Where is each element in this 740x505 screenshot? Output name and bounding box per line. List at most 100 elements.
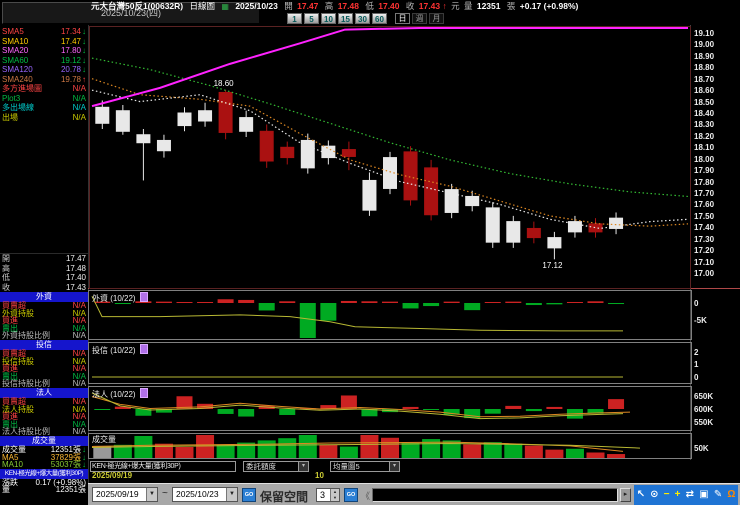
institutional-pane-chart[interactable] <box>88 386 692 431</box>
bottom-control-bar: 2025/09/19 ▼ ~ 2025/10/23 ▼ GO 保留空間 3 ▲ ▼… <box>88 483 740 505</box>
angle-mark: 《 <box>361 491 371 501</box>
trend-arrow-icon: ↓ <box>82 27 86 36</box>
quote-title-bar: 元大台灣50反1(00632R) 日線圖 ▦ 2025/10/23 開 17.4… <box>91 1 582 12</box>
main-candlestick-chart[interactable] <box>88 25 692 290</box>
reserve-space-stepper[interactable]: 3 ▲ ▼ <box>316 488 340 502</box>
timeframe-10min-button[interactable]: 10 <box>321 13 336 24</box>
period-月-button[interactable]: 月 <box>429 13 444 24</box>
volume-pane-chart[interactable] <box>88 433 692 459</box>
scroll-right-button[interactable]: ▸ <box>620 488 631 502</box>
legend-icon[interactable] <box>139 292 148 302</box>
chevron-down-icon[interactable]: ▾ <box>298 462 308 471</box>
sidebar-row: 開 17.47 <box>0 254 88 264</box>
row-value: 17.47↓ <box>60 36 86 46</box>
sidebar-row: 出場 N/A <box>0 113 88 123</box>
chevron-down-icon[interactable]: ▼ <box>146 488 157 501</box>
trust-pane-title: 投信 (10/22) <box>92 344 148 355</box>
sidebar-row: 量 12351張 <box>0 486 88 494</box>
trend-arrow-icon: ↓ <box>82 46 86 55</box>
sidebar-row: 外資持股比例 N/A <box>0 332 88 340</box>
edit-icon[interactable]: ✎ <box>714 485 722 505</box>
chevron-down-icon[interactable]: ▼ <box>226 488 237 501</box>
row-label: SMA120 <box>2 65 33 74</box>
low-label: 低 <box>365 1 374 11</box>
high-label: 高 <box>324 1 334 11</box>
price-axis-label: 17.10 <box>694 257 715 267</box>
timeframe-30min-button[interactable]: 30 <box>355 13 370 24</box>
stepper-arrows-icon[interactable]: ▲ ▼ <box>330 489 339 501</box>
pointer-icon[interactable]: ↖ <box>637 485 645 505</box>
period-週-button[interactable]: 週 <box>412 13 427 24</box>
price-axis-label: 17.60 <box>694 200 715 210</box>
row-value: 20.78↓ <box>60 65 86 74</box>
x-axis-start-date: 2025/09/19 <box>92 471 133 480</box>
price-axis-label: 18.20 <box>694 131 715 141</box>
sidebar-row: 多方進場圖 N/A <box>0 84 88 94</box>
sidebar-row: Plot3 N/A <box>0 94 88 104</box>
sidebar-row: SMA120 20.78↓ <box>0 65 88 75</box>
ohlc-list: 開 17.47 高 17.48 低 17.40 收 17.43 <box>0 253 88 292</box>
institutional-axis-label: 550K <box>694 418 714 427</box>
row-label: SMA10 <box>2 36 29 46</box>
volume-label: 量 <box>463 1 473 11</box>
price-axis-label: 18.60 <box>694 86 715 96</box>
row-label: 開 <box>2 254 10 263</box>
timeframe-60min-button[interactable]: 60 <box>372 13 387 24</box>
price-axis-label: 17.80 <box>694 177 715 187</box>
timeframe-1min-button[interactable]: 1 <box>287 13 302 24</box>
sma-list: SMA5 17.34↓ SMA10 17.47↓ SMA20 17.80↓ SMA60 19.… <box>0 27 88 122</box>
row-value: 17.43 <box>65 282 86 292</box>
sidebar-sections: 外資 買賣超 N/A 外資持股 N/A 買進 N/A 賣出 N/A 外資持股比例 N/A 投信 買賣超 N… <box>0 292 88 494</box>
swap-icon[interactable]: ⇄ <box>686 485 694 505</box>
volume-pane-title: 成交量 <box>92 435 116 444</box>
currency-label: 元 <box>451 1 460 11</box>
open-label: 開 <box>284 1 293 11</box>
timeframe-15min-button[interactable]: 15 <box>338 13 353 24</box>
to-date-select[interactable]: 2025/10/23 ▼ <box>172 487 238 502</box>
row-label: 量 <box>2 485 10 495</box>
row-value: 53037張↓ <box>50 460 86 470</box>
volume-value: 12351 <box>476 1 501 11</box>
institutional-axis-label: 650K <box>694 392 714 401</box>
trend-arrow-icon: ↑ <box>82 74 86 84</box>
close-value: 17.43 <box>418 1 441 11</box>
low-value: 17.40 <box>378 1 400 11</box>
row-value: 19.12↓ <box>60 55 86 65</box>
row-value: 17.34↓ <box>60 27 86 36</box>
price-axis-label: 19.00 <box>694 40 715 50</box>
price-axis-label: 19.10 <box>694 29 715 38</box>
trend-arrow-icon: ↓ <box>82 460 86 470</box>
clock-icon[interactable]: ⊙ <box>650 485 658 505</box>
bell-icon[interactable]: Ω <box>727 485 735 505</box>
sidebar-row: 多出場線 N/A <box>0 103 88 113</box>
volume-axis-label: 50K <box>694 444 709 453</box>
row-value: 17.40 <box>65 273 86 282</box>
foreign-pane-chart[interactable] <box>88 290 692 340</box>
fullscreen-icon[interactable]: ▣ <box>699 485 708 505</box>
trust-pane-chart[interactable] <box>88 342 692 384</box>
date-go-button[interactable]: GO <box>242 488 256 502</box>
from-date-select[interactable]: 2025/09/19 ▼ <box>92 487 158 502</box>
reserve-go-button[interactable]: GO <box>344 488 358 502</box>
institutional-pane-title: 法人 (10/22) <box>92 388 148 399</box>
legend-icon[interactable] <box>139 344 148 354</box>
price-annotation: 17.12 <box>542 261 563 271</box>
foreign-axis-label: -5K <box>694 316 707 325</box>
zoom-out-icon[interactable]: − <box>664 485 670 505</box>
trend-arrow-icon: ↓ <box>82 36 86 46</box>
message-input[interactable] <box>372 488 618 502</box>
row-value: N/A <box>72 379 86 389</box>
zoom-in-icon[interactable]: + <box>675 485 681 505</box>
up-arrow-icon: ↑ <box>442 1 447 11</box>
period-日-button[interactable]: 日 <box>395 13 410 24</box>
chevron-down-icon[interactable]: ▾ <box>389 462 399 471</box>
row-value: N/A <box>72 112 86 122</box>
chart-type-label: 日線圖 <box>189 1 216 11</box>
legend-icon[interactable] <box>139 388 148 398</box>
price-axis-label: 18.50 <box>694 97 715 107</box>
timeframe-5min-button[interactable]: 5 <box>304 13 319 24</box>
price-axis-label: 17.70 <box>694 189 715 199</box>
volume-ma-select[interactable]: 均量圖5 ▾ <box>330 461 400 472</box>
sidebar-row: 投信持股比例 N/A <box>0 380 88 388</box>
overlay-select[interactable]: 委託額度 ▾ <box>243 461 309 472</box>
